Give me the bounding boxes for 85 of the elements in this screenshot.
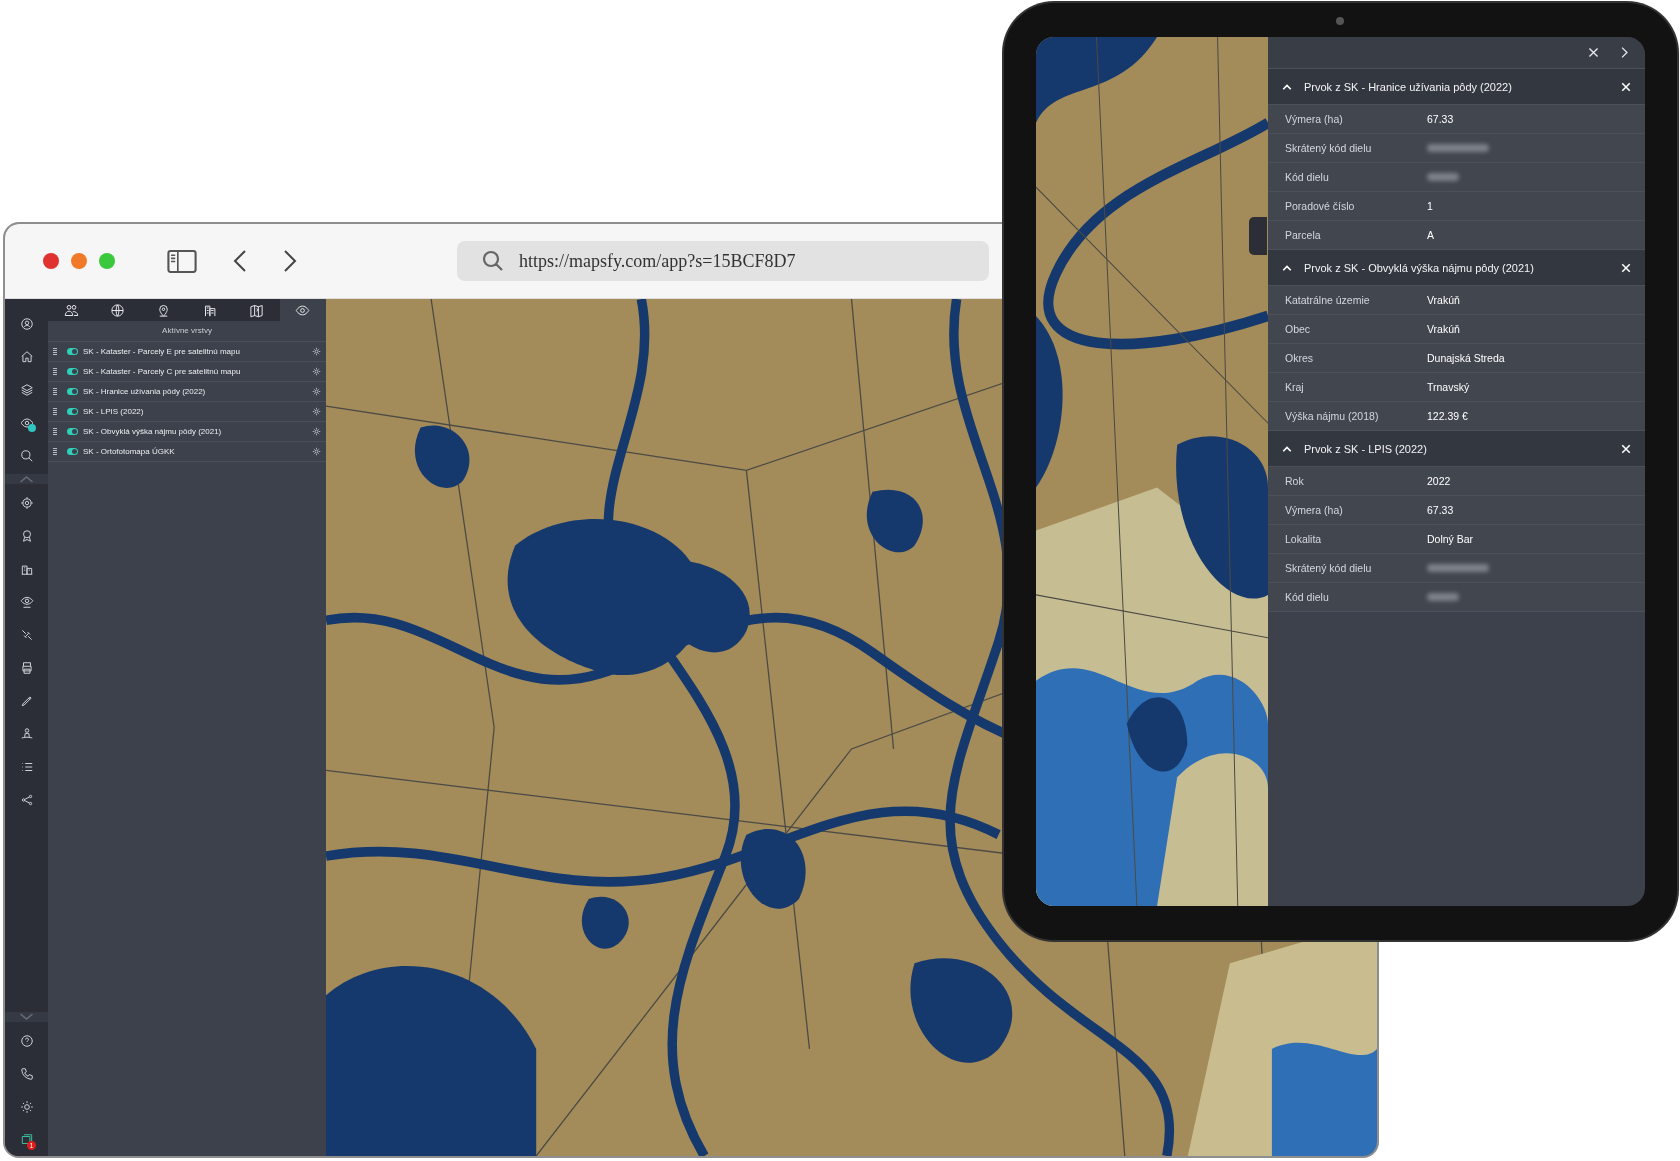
attribute-label: Poradové číslo bbox=[1285, 200, 1356, 212]
section-header[interactable]: Prvok z SK - Hranice užívania pôdy (2022) bbox=[1268, 69, 1645, 105]
search-icon bbox=[481, 249, 505, 273]
attribute-value: 67.33 bbox=[1427, 504, 1454, 516]
attribute-value: Trnavský bbox=[1427, 381, 1470, 393]
attribute-value: A bbox=[1427, 229, 1434, 241]
people-icon bbox=[63, 302, 79, 318]
section-title: Prvok z SK - Obvyklá výška nájmu pôdy (2021) bbox=[1304, 261, 1535, 274]
resize-handle[interactable] bbox=[1249, 217, 1267, 255]
layer-toggle[interactable] bbox=[67, 388, 78, 395]
panel-tab[interactable] bbox=[279, 299, 326, 321]
layer-name: SK - Kataster - Parcely E pre satelitnú mapu bbox=[83, 347, 241, 356]
close-icon[interactable] bbox=[1620, 261, 1632, 274]
globe-icon bbox=[110, 302, 125, 318]
layer-toggle[interactable] bbox=[67, 368, 78, 375]
home-icon[interactable] bbox=[19, 349, 34, 364]
map-icon bbox=[248, 302, 264, 318]
attribute-label: Výmera (ha) bbox=[1285, 113, 1344, 125]
sidebar-toggle-icon[interactable] bbox=[167, 249, 197, 273]
attribute-label: Kód dielu bbox=[1285, 171, 1330, 183]
eye-icon[interactable] bbox=[19, 415, 34, 430]
eye-wms-icon[interactable] bbox=[19, 594, 34, 609]
drag-handle-icon[interactable] bbox=[53, 447, 57, 456]
attribute-label: Kraj bbox=[1285, 381, 1305, 393]
attribute-value: 2022 bbox=[1427, 475, 1451, 487]
layer-toggle[interactable] bbox=[67, 348, 78, 355]
drag-handle-icon[interactable] bbox=[53, 427, 57, 436]
attribute-label: Kód dielu bbox=[1285, 591, 1330, 603]
search-icon[interactable] bbox=[19, 448, 34, 463]
attribute-value: Dolný Bar bbox=[1427, 533, 1474, 545]
address-field[interactable]: https://mapsfy.com/app?s=15BCF8D7 bbox=[457, 241, 989, 281]
help-icon[interactable] bbox=[19, 1033, 34, 1048]
panel-heading: Aktívne vrstvy bbox=[48, 321, 326, 342]
attribute-label: Skrátený kód dielu bbox=[1285, 142, 1373, 154]
attribute-value: Vrakúň bbox=[1427, 294, 1460, 306]
camera-icon bbox=[1336, 17, 1344, 25]
eye-icon bbox=[295, 302, 311, 318]
layer-name: SK - Kataster - Parcely C pre satelitnú mapu bbox=[83, 367, 242, 376]
layer-toggle[interactable] bbox=[67, 408, 78, 415]
attribute-label: Parcela bbox=[1285, 229, 1322, 241]
layers-icon[interactable] bbox=[19, 382, 34, 397]
back-icon[interactable] bbox=[233, 249, 247, 273]
attribute-value: 1 bbox=[1427, 200, 1433, 212]
buildings-icon bbox=[202, 302, 218, 318]
layer-toggle[interactable] bbox=[67, 448, 78, 455]
drag-handle-icon[interactable] bbox=[53, 347, 57, 356]
attribute-label: Obec bbox=[1285, 323, 1312, 335]
layer-toggle[interactable] bbox=[67, 428, 78, 435]
close-icon[interactable] bbox=[1587, 46, 1600, 59]
minimize-window-button[interactable] bbox=[71, 253, 87, 269]
attribute-value: Vrakúň bbox=[1427, 323, 1460, 335]
attribute-label: Katatrálne územie bbox=[1285, 294, 1371, 306]
attribute-label: Lokalita bbox=[1285, 533, 1323, 545]
drag-handle-icon[interactable] bbox=[53, 367, 57, 376]
phone-icon[interactable] bbox=[19, 1066, 34, 1081]
close-icon[interactable] bbox=[1620, 442, 1632, 455]
attribute-label: Výmera (ha) bbox=[1285, 504, 1344, 516]
gear-icon[interactable] bbox=[19, 1099, 34, 1114]
layer-name: SK - Obvyklá výška nájmu pôdy (2021) bbox=[83, 427, 223, 436]
attribute-label: Skrátený kód dielu bbox=[1285, 562, 1373, 574]
section-header[interactable]: Prvok z SK - LPIS (2022) bbox=[1268, 431, 1645, 467]
share-icon[interactable] bbox=[19, 792, 34, 807]
close-window-button[interactable] bbox=[43, 253, 59, 269]
user-icon[interactable] bbox=[19, 316, 34, 331]
print-icon[interactable] bbox=[19, 660, 34, 675]
layer-name: SK - Ortofotomapa ÚGKK bbox=[83, 447, 176, 456]
attribute-value: Dunajská Streda bbox=[1427, 352, 1505, 364]
section-title: Prvok z SK - LPIS (2022) bbox=[1304, 442, 1428, 455]
pen-icon[interactable] bbox=[19, 693, 34, 708]
attribute-label: Rok bbox=[1285, 475, 1305, 487]
attribute-value: 67.33 bbox=[1427, 113, 1454, 125]
person-icon[interactable] bbox=[19, 726, 34, 741]
attribute-label: Výška nájmu (2018) bbox=[1285, 410, 1380, 422]
drag-handle-icon[interactable] bbox=[53, 407, 57, 416]
drag-handle-icon[interactable] bbox=[53, 387, 57, 396]
section-title: Prvok z SK - Hranice užívania pôdy (2022) bbox=[1304, 80, 1513, 93]
attribute-value: 122.39 € bbox=[1427, 410, 1468, 422]
forward-icon[interactable] bbox=[283, 249, 297, 273]
close-icon[interactable] bbox=[1620, 80, 1632, 93]
attribute-label: Okres bbox=[1285, 352, 1314, 364]
layer-name: SK - LPIS (2022) bbox=[83, 407, 145, 416]
stack-icon[interactable] bbox=[19, 1132, 34, 1147]
section-header[interactable]: Prvok z SK - Obvyklá výška nájmu pôdy (2021) bbox=[1268, 250, 1645, 286]
target-icon[interactable] bbox=[19, 495, 34, 510]
layer-name: SK - Hranice užívania pôdy (2022) bbox=[83, 387, 207, 396]
